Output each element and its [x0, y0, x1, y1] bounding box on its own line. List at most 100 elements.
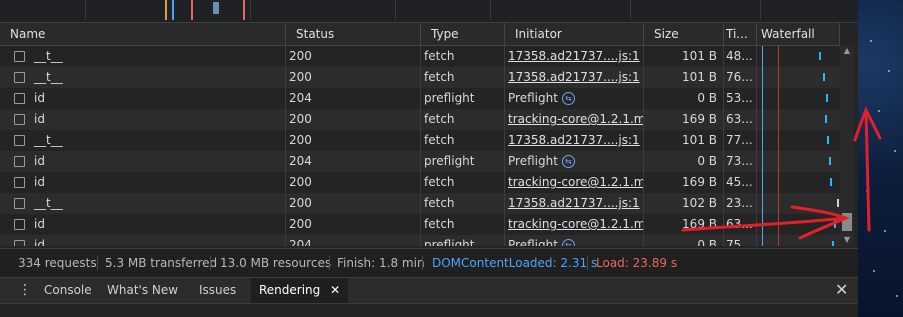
request-size: 0 B — [644, 235, 724, 246]
table-row[interactable]: __t__ 200 fetch 17358.ad21737....js:1 102 B2… — [0, 193, 840, 214]
request-size: 101 B — [644, 46, 724, 67]
table-row[interactable]: id 204 preflight Preflight ⇆ 0 B 73... — [0, 151, 840, 172]
request-waterfall — [757, 235, 840, 246]
summary-dom-content-loaded: DOMContentLoaded: 2.31 s — [432, 256, 598, 270]
preflight-link-icon[interactable]: ⇆ — [561, 239, 575, 246]
preflight-link-icon[interactable]: ⇆ — [561, 155, 575, 168]
initiator-label[interactable]: tracking-core@1.2.1.m... — [508, 175, 643, 189]
network-overview-timeline[interactable] — [0, 0, 858, 23]
more-tools-kebab-icon[interactable]: ⋮ — [18, 283, 32, 297]
tab-whats-new[interactable]: What's New — [107, 278, 178, 303]
request-name[interactable]: id — [0, 88, 286, 109]
request-status: 200 — [286, 46, 421, 67]
request-name-label: __t__ — [34, 196, 63, 210]
request-waterfall — [757, 67, 840, 88]
request-name[interactable]: __t__ — [0, 193, 286, 214]
request-initiator[interactable]: 17358.ad21737....js:1 — [505, 193, 644, 214]
close-drawer-icon[interactable]: ✕ — [835, 280, 848, 299]
row-checkbox[interactable] — [14, 198, 25, 209]
request-name[interactable]: id — [0, 151, 286, 172]
initiator-label: Preflight — [508, 91, 558, 105]
table-row[interactable]: id 204 preflight Preflight ⇆ 0 B 75... — [0, 235, 840, 246]
table-row[interactable]: __t__ 200 fetch 17358.ad21737....js:1 101 B7… — [0, 130, 840, 151]
preflight-link-icon[interactable]: ⇆ — [561, 92, 575, 105]
tab-issues[interactable]: Issues — [199, 278, 236, 303]
request-name[interactable]: id — [0, 172, 286, 193]
request-type: fetch — [421, 46, 505, 67]
row-checkbox[interactable] — [14, 156, 25, 167]
request-name-label: __t__ — [34, 49, 63, 63]
initiator-label[interactable]: tracking-core@1.2.1.m... — [508, 112, 643, 126]
tab-rendering-label: Rendering — [259, 283, 321, 297]
table-row[interactable]: id 204 preflight Preflight ⇆ 0 B 53... — [0, 88, 840, 109]
scroll-up-arrow[interactable]: ▲ — [840, 45, 854, 57]
requests-table: Name Status Type Initiator Size Ti... Wa… — [0, 23, 840, 246]
request-initiator: Preflight ⇆ — [505, 88, 644, 109]
row-checkbox[interactable] — [14, 114, 25, 125]
request-type: preflight — [421, 151, 505, 172]
table-row[interactable]: id 200 fetch tracking-core@1.2.1.m... 169 B4… — [0, 172, 840, 193]
column-header-status[interactable]: Status — [286, 23, 421, 45]
row-checkbox[interactable] — [14, 51, 25, 62]
column-header-type[interactable]: Type — [421, 23, 505, 45]
scroll-down-arrow[interactable]: ▼ — [840, 234, 854, 246]
row-checkbox[interactable] — [14, 93, 25, 104]
request-time: 76... — [724, 67, 757, 88]
request-rows: __t__ 200 fetch 17358.ad21737....js:1 101 B4… — [0, 46, 840, 246]
table-row[interactable]: __t__ 200 fetch 17358.ad21737....js:1 101 B4… — [0, 46, 840, 67]
request-waterfall — [757, 130, 840, 151]
request-initiator[interactable]: tracking-core@1.2.1.m... — [505, 172, 644, 193]
request-waterfall — [757, 172, 840, 193]
tab-rendering[interactable]: Rendering ✕ — [251, 278, 349, 303]
summary-load: Load: 23.89 s — [596, 256, 678, 270]
column-header-initiator[interactable]: Initiator — [505, 23, 644, 45]
initiator-label[interactable]: 17358.ad21737....js:1 — [508, 196, 640, 210]
row-checkbox[interactable] — [14, 135, 25, 146]
waterfall-bar — [827, 136, 829, 144]
request-initiator[interactable]: 17358.ad21737....js:1 — [505, 67, 644, 88]
network-summary-bar: 334 requests 5.3 MB transferred 13.0 MB … — [0, 248, 858, 277]
request-time: 45... — [724, 172, 757, 193]
request-time: 73... — [724, 151, 757, 172]
request-name[interactable]: id — [0, 109, 286, 130]
vertical-scrollbar[interactable]: ▲ ▼ — [840, 45, 854, 246]
request-waterfall — [757, 109, 840, 130]
row-checkbox[interactable] — [14, 240, 25, 246]
request-name[interactable]: __t__ — [0, 130, 286, 151]
table-row[interactable]: id 200 fetch tracking-core@1.2.1.m... 169 B6… — [0, 109, 840, 130]
request-initiator[interactable]: 17358.ad21737....js:1 — [505, 46, 644, 67]
request-time: 23... — [724, 193, 757, 214]
request-name-label: __t__ — [34, 133, 63, 147]
request-name[interactable]: __t__ — [0, 67, 286, 88]
column-header-name[interactable]: Name — [0, 23, 286, 45]
initiator-label[interactable]: 17358.ad21737....js:1 — [508, 70, 640, 84]
request-type: fetch — [421, 109, 505, 130]
row-checkbox[interactable] — [14, 219, 25, 230]
tab-console[interactable]: Console — [44, 278, 92, 303]
waterfall-bar — [829, 157, 831, 165]
initiator-label[interactable]: 17358.ad21737....js:1 — [508, 49, 640, 63]
request-size: 101 B — [644, 67, 724, 88]
table-row[interactable]: __t__ 200 fetch 17358.ad21737....js:1 101 B7… — [0, 67, 840, 88]
initiator-label[interactable]: 17358.ad21737....js:1 — [508, 133, 640, 147]
row-checkbox[interactable] — [14, 177, 25, 188]
request-initiator[interactable]: tracking-core@1.2.1.m... — [505, 109, 644, 130]
waterfall-dcl-line — [762, 46, 763, 246]
column-header-size[interactable]: Size — [644, 23, 724, 45]
initiator-label[interactable]: tracking-core@1.2.1.m... — [508, 217, 643, 231]
row-checkbox[interactable] — [14, 72, 25, 83]
request-time: 63... — [724, 214, 757, 235]
close-tab-icon[interactable]: ✕ — [330, 283, 340, 297]
column-header-waterfall[interactable]: Waterfall — [757, 23, 840, 45]
table-row[interactable]: id 200 fetch tracking-core@1.2.1.m... 169 B6… — [0, 214, 840, 235]
request-waterfall — [757, 193, 840, 214]
waterfall-bar — [823, 73, 825, 81]
request-initiator[interactable]: 17358.ad21737....js:1 — [505, 130, 644, 151]
summary-requests: 334 requests — [18, 256, 97, 270]
request-name[interactable]: __t__ — [0, 46, 286, 67]
request-initiator[interactable]: tracking-core@1.2.1.m... — [505, 214, 644, 235]
request-name[interactable]: id — [0, 235, 286, 246]
request-name[interactable]: id — [0, 214, 286, 235]
scrollbar-thumb[interactable] — [842, 213, 852, 231]
column-header-time[interactable]: Ti... — [724, 23, 757, 45]
